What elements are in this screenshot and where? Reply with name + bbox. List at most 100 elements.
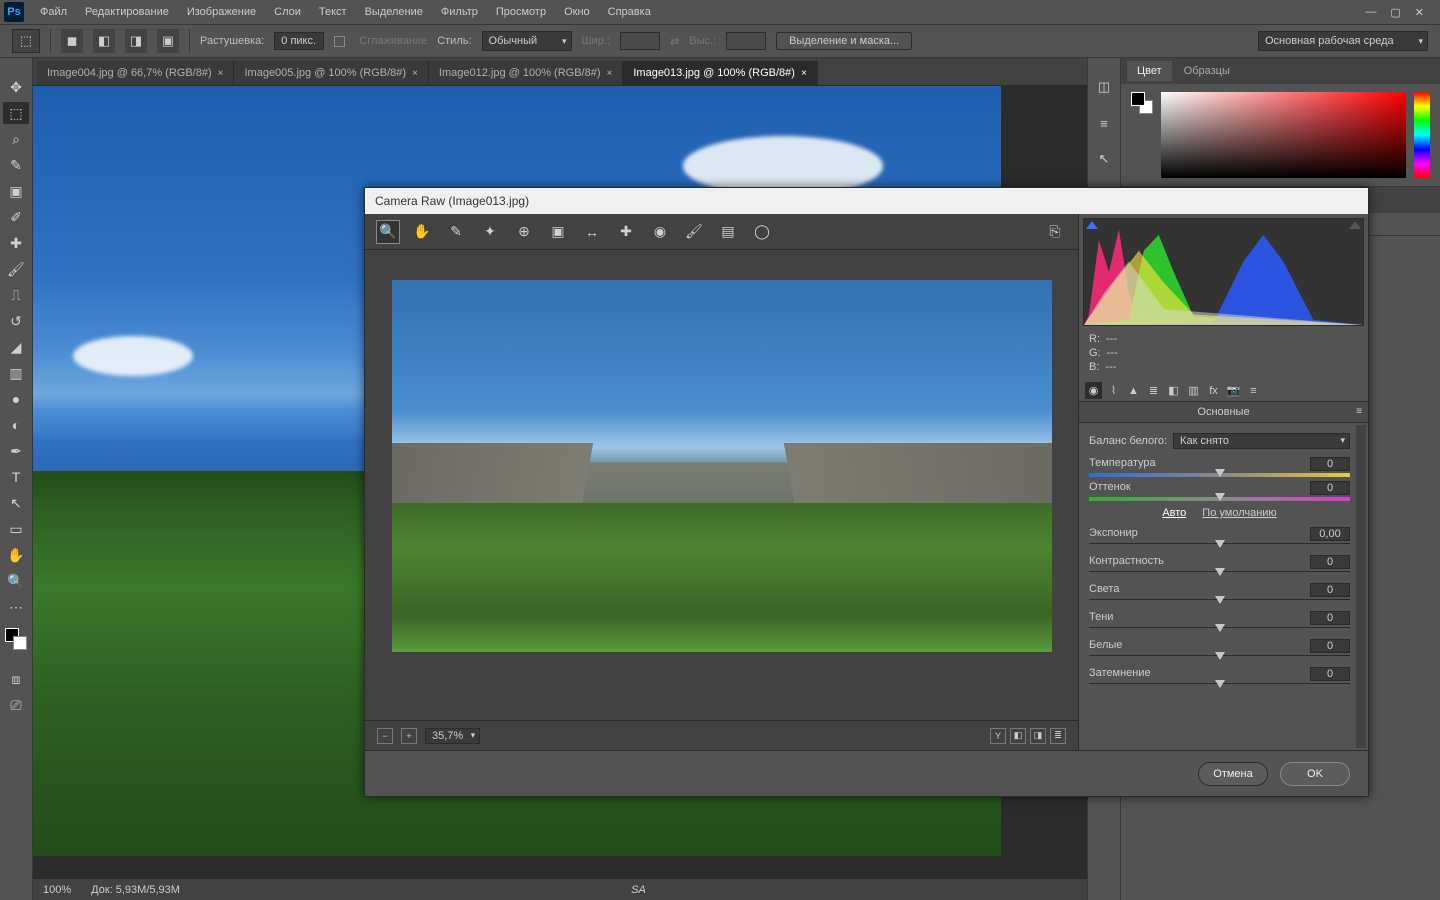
selection-intersect-icon[interactable]: ▣ (157, 29, 179, 53)
more-tools-icon[interactable]: ⋯ (3, 596, 29, 618)
menu-image[interactable]: Изображение (179, 2, 264, 22)
shape-tool[interactable]: ▭ (3, 518, 29, 540)
cr-tab-curve-icon[interactable]: ⌇ (1105, 382, 1122, 399)
slider-value[interactable]: 0 (1310, 555, 1350, 569)
pen-tool[interactable]: ✒ (3, 440, 29, 462)
brush-tool[interactable]: 🖌 (3, 258, 29, 280)
cr-tab-camera-icon[interactable]: 📷 (1225, 382, 1242, 399)
cr-tab-basic-icon[interactable]: ◉ (1085, 382, 1102, 399)
cr-zoom-in-icon[interactable]: + (401, 728, 417, 744)
cr-preview-mode-icon[interactable]: Y (990, 728, 1006, 744)
hue-strip[interactable] (1414, 92, 1430, 178)
select-and-mask-button[interactable]: Выделение и маска... (776, 32, 912, 50)
slider-value[interactable]: 0 (1310, 583, 1350, 597)
cr-target-adjust-tool[interactable]: ⊕ (513, 221, 535, 243)
color-field[interactable] (1161, 92, 1406, 178)
lasso-tool[interactable]: ⌕ (3, 128, 29, 150)
cr-tab-lens-icon[interactable]: ▥ (1185, 382, 1202, 399)
slider-value[interactable]: 0 (1310, 481, 1350, 495)
panel-icon[interactable]: ↖ (1093, 148, 1115, 170)
menu-file[interactable]: Файл (32, 2, 75, 22)
path-tool[interactable]: ↖ (3, 492, 29, 514)
cr-radial-filter-tool[interactable]: ◯ (751, 221, 773, 243)
slider-track[interactable] (1089, 627, 1350, 635)
gradient-tool[interactable]: ▥ (3, 362, 29, 384)
style-select[interactable]: Обычный (482, 31, 572, 51)
hand-tool[interactable]: ✋ (3, 544, 29, 566)
cr-shadows-clip-icon[interactable]: ◧ (1010, 728, 1026, 744)
tab-close-icon[interactable]: × (607, 68, 613, 79)
cr-adjust-brush-tool[interactable]: 🖌 (683, 221, 705, 243)
document-tab-active[interactable]: Image013.jpg @ 100% (RGB/8#)× (623, 61, 817, 85)
cr-grad-filter-tool[interactable]: ▤ (717, 221, 739, 243)
cr-redeye-tool[interactable]: ◉ (649, 221, 671, 243)
menu-layers[interactable]: Слои (266, 2, 309, 22)
menu-edit[interactable]: Редактирование (77, 2, 177, 22)
cr-sliders-scroll[interactable]: Баланс белого: Как снято Температура0 От… (1079, 423, 1368, 750)
panel-icon[interactable]: ≡ (1093, 112, 1115, 134)
marquee-tool[interactable]: ⬚ (3, 102, 29, 124)
scrollbar-thumb[interactable] (1357, 427, 1365, 517)
zoom-tool[interactable]: 🔍 (3, 570, 29, 592)
slider-track[interactable] (1089, 497, 1350, 501)
workspace-select[interactable]: Основная рабочая среда (1258, 31, 1428, 51)
slider-track[interactable] (1089, 683, 1350, 691)
cancel-button[interactable]: Отмена (1198, 762, 1268, 786)
slider-track[interactable] (1089, 571, 1350, 579)
cr-tab-split-icon[interactable]: ◧ (1165, 382, 1182, 399)
blur-tool[interactable]: ● (3, 388, 29, 410)
tool-preset-icon[interactable]: ⬚ (12, 29, 40, 53)
cr-tab-hsl-icon[interactable]: ≣ (1145, 382, 1162, 399)
type-tool[interactable]: T (3, 466, 29, 488)
tab-close-icon[interactable]: × (218, 68, 224, 79)
slider-value[interactable]: 0 (1310, 667, 1350, 681)
slider-value[interactable]: 0,00 (1310, 527, 1350, 541)
cr-hand-tool[interactable]: ✋ (411, 221, 433, 243)
slider-track[interactable] (1089, 473, 1350, 477)
move-tool[interactable]: ✥ (3, 76, 29, 98)
default-link[interactable]: По умолчанию (1202, 507, 1276, 519)
slider-value[interactable]: 0 (1310, 639, 1350, 653)
slider-track[interactable] (1089, 543, 1350, 551)
close-icon[interactable]: ✕ (1415, 6, 1424, 19)
cr-tab-fx-icon[interactable]: fx (1205, 382, 1222, 399)
cr-zoom-out-icon[interactable]: − (377, 728, 393, 744)
screenmode-icon[interactable]: ⎚ (3, 694, 29, 716)
feather-input[interactable] (274, 32, 324, 50)
cr-highlights-clip-icon[interactable]: ◨ (1030, 728, 1046, 744)
cr-before-after-icon[interactable]: ≣ (1050, 728, 1066, 744)
eraser-tool[interactable]: ◢ (3, 336, 29, 358)
crop-tool[interactable]: ▣ (3, 180, 29, 202)
cr-filmstrip-toggle-icon[interactable]: ⎘ (1044, 221, 1066, 243)
document-tab[interactable]: Image005.jpg @ 100% (RGB/8#)× (234, 61, 428, 85)
cr-crop-tool[interactable]: ▣ (547, 221, 569, 243)
slider-value[interactable]: 0 (1310, 611, 1350, 625)
selection-new-icon[interactable]: ◼ (61, 29, 83, 53)
menu-type[interactable]: Текст (311, 2, 355, 22)
antialias-checkbox[interactable] (334, 36, 345, 47)
highlight-clip-icon[interactable] (1349, 221, 1361, 229)
wb-select[interactable]: Как снято (1173, 433, 1350, 449)
minimize-icon[interactable]: — (1365, 6, 1376, 19)
slider-value[interactable]: 0 (1310, 457, 1350, 471)
healing-tool[interactable]: ✚ (3, 232, 29, 254)
panel-swatches[interactable] (1131, 92, 1153, 114)
eyedropper-tool[interactable]: ✐ (3, 206, 29, 228)
menu-select[interactable]: Выделение (357, 2, 431, 22)
quickmask-icon[interactable]: ⧈ (3, 668, 29, 690)
history-brush-tool[interactable]: ↺ (3, 310, 29, 332)
stamp-tool[interactable]: ⎍ (3, 284, 29, 306)
tab-close-icon[interactable]: × (412, 68, 418, 79)
cr-straighten-tool[interactable]: ↔ (581, 221, 603, 243)
menu-help[interactable]: Справка (600, 2, 659, 22)
ok-button[interactable]: OK (1280, 762, 1350, 786)
auto-link[interactable]: Авто (1162, 507, 1186, 519)
selection-add-icon[interactable]: ◧ (93, 29, 115, 53)
menu-view[interactable]: Просмотр (488, 2, 554, 22)
swap-icon[interactable]: ⇄ (670, 35, 679, 48)
selection-subtract-icon[interactable]: ◨ (125, 29, 147, 53)
panel-icon[interactable]: ◫ (1093, 76, 1115, 98)
menu-window[interactable]: Окно (556, 2, 598, 22)
cr-tab-presets-icon[interactable]: ≡ (1245, 382, 1262, 399)
panel-tab-swatches[interactable]: Образцы (1174, 61, 1240, 81)
